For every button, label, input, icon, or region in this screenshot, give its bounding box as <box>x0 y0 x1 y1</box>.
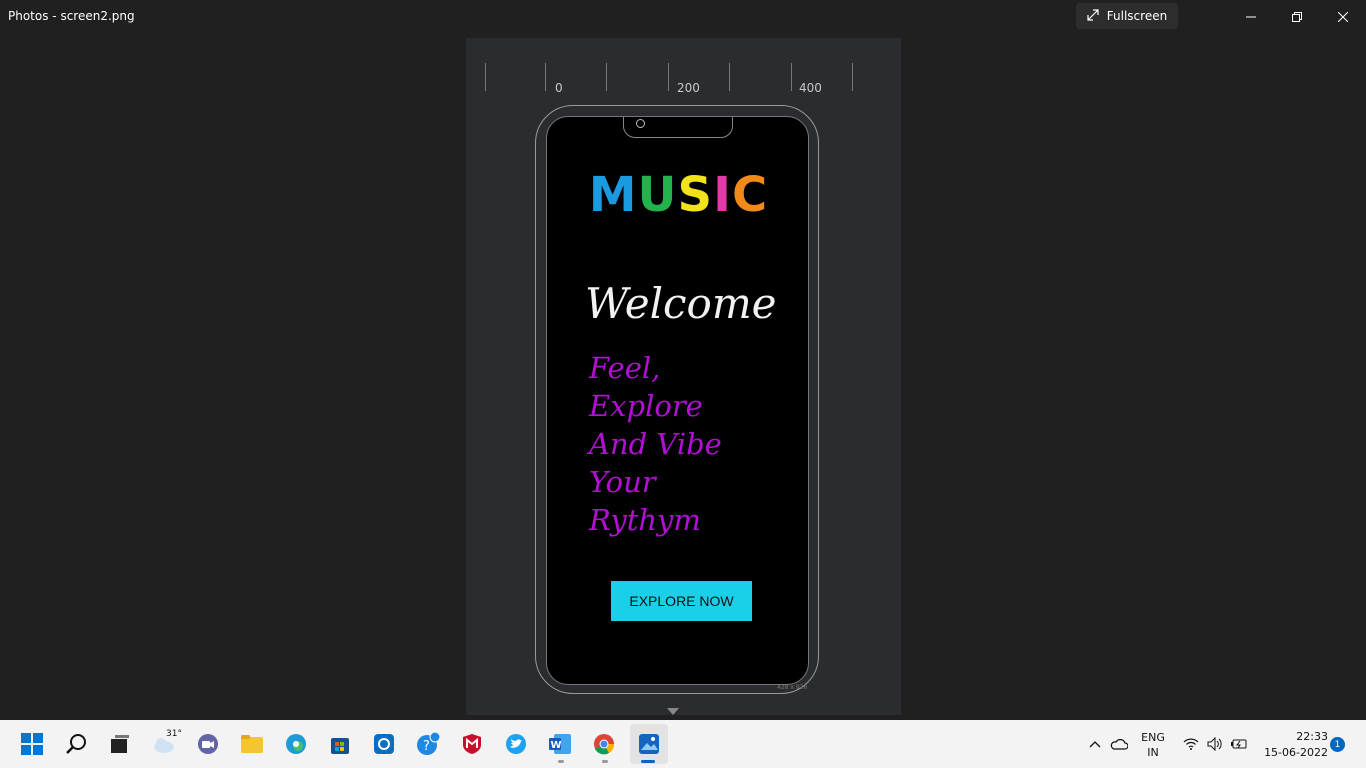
image-canvas: 0 200 400 MUSIC Welcome Feel, Explore An… <box>466 38 901 715</box>
logo-letter: M <box>588 167 638 223</box>
chrome-icon <box>594 734 615 755</box>
welcome-heading: Welcome <box>585 279 777 328</box>
explore-now-button[interactable]: EXPLORE NOW <box>611 581 752 621</box>
svg-text:?: ? <box>423 739 430 754</box>
running-indicator <box>558 760 564 763</box>
language-indicator[interactable]: ENG IN <box>1138 730 1168 760</box>
logo-letter: U <box>637 167 678 223</box>
ruler-tick <box>545 63 546 91</box>
word-icon: W <box>549 734 571 754</box>
tagline-line: And Vibe <box>589 427 722 461</box>
scroll-down-icon[interactable] <box>667 708 679 715</box>
ruler-label: 200 <box>677 81 700 95</box>
expand-icon <box>1087 8 1099 24</box>
show-hidden-icons-button[interactable] <box>1083 732 1107 756</box>
fullscreen-button[interactable]: Fullscreen <box>1076 3 1178 29</box>
minimize-button[interactable] <box>1228 4 1274 30</box>
logo-letter: S <box>677 167 714 223</box>
running-indicator <box>602 760 608 763</box>
tagline-line: Feel, <box>589 351 661 385</box>
tagline-line: Explore <box>589 389 703 423</box>
tagline: Feel, Explore And Vibe Your Rythym <box>589 349 722 539</box>
restore-icon <box>1292 12 1302 22</box>
window-title: Photos - screen2.png <box>8 9 135 23</box>
active-indicator <box>641 760 655 763</box>
shield-icon <box>463 734 481 754</box>
get-help-button[interactable]: ? <box>416 732 440 756</box>
notification-badge[interactable]: 1 <box>1330 737 1345 752</box>
ruler-label: 0 <box>555 81 563 95</box>
twitter-icon <box>506 734 526 754</box>
language-code: ENG <box>1141 731 1165 744</box>
minimize-icon <box>1246 16 1256 18</box>
onedrive-button[interactable] <box>1107 732 1131 756</box>
clock[interactable]: 22:33 15-06-2022 <box>1256 729 1328 761</box>
camera-icon <box>636 119 645 128</box>
title-bar: Photos - screen2.png Fullscreen <box>0 0 1366 34</box>
windows-icon <box>21 733 43 755</box>
battery-button[interactable] <box>1227 732 1251 756</box>
photos-button[interactable] <box>637 732 661 756</box>
store-button[interactable] <box>328 732 352 756</box>
clock-time: 22:33 <box>1296 730 1328 743</box>
image-dimensions: 428 x 926 <box>777 684 808 691</box>
restore-button[interactable] <box>1274 4 1320 30</box>
edge-icon <box>286 734 306 754</box>
network-button[interactable] <box>1179 732 1203 756</box>
ruler-tick <box>791 63 792 91</box>
phone-screen: MUSIC Welcome Feel, Explore And Vibe You… <box>546 116 809 685</box>
wifi-icon <box>1183 738 1199 750</box>
task-view-icon <box>111 735 129 753</box>
edge-browser-button[interactable] <box>284 732 308 756</box>
weather-temperature: 31° <box>166 729 182 739</box>
chevron-up-icon <box>1089 741 1101 748</box>
search-button[interactable] <box>64 732 88 756</box>
word-button[interactable]: W <box>548 732 572 756</box>
speaker-icon <box>1207 737 1222 751</box>
folder-icon <box>241 735 263 753</box>
phone-notch <box>623 117 733 138</box>
onedrive-cloud-icon <box>1110 739 1128 750</box>
close-icon <box>1338 12 1348 22</box>
battery-icon <box>1231 739 1247 749</box>
chrome-button[interactable] <box>592 732 616 756</box>
task-view-button[interactable] <box>108 732 132 756</box>
clock-date: 15-06-2022 <box>1264 746 1328 759</box>
fullscreen-label: Fullscreen <box>1106 9 1168 23</box>
video-chat-icon <box>198 734 218 754</box>
region-code: IN <box>1147 746 1159 759</box>
close-button[interactable] <box>1320 4 1366 30</box>
file-explorer-button[interactable] <box>240 732 264 756</box>
teams-chat-button[interactable] <box>196 732 220 756</box>
start-button[interactable] <box>20 732 44 756</box>
photos-icon <box>639 734 659 754</box>
ruler-label: 400 <box>799 81 822 95</box>
ruler-tick <box>485 63 486 91</box>
app-button[interactable] <box>372 732 396 756</box>
store-icon <box>331 738 349 754</box>
svg-text:W: W <box>551 740 562 751</box>
twitter-button[interactable] <box>504 732 528 756</box>
volume-button[interactable] <box>1203 732 1227 756</box>
logo-letter: C <box>731 167 769 223</box>
taskbar: 31° ? W ENG IN 22:33 15-06-2022 1 <box>0 720 1366 768</box>
ruler-tick <box>729 63 730 91</box>
music-logo: MUSIC <box>547 167 808 223</box>
help-icon: ? <box>417 732 440 755</box>
logo-letter: I <box>713 167 732 223</box>
tagline-line: Rythym <box>589 503 701 537</box>
search-icon <box>66 734 86 754</box>
mcafee-button[interactable] <box>460 732 484 756</box>
circle-app-icon <box>374 734 394 754</box>
ruler-tick <box>606 63 607 91</box>
tagline-line: Your <box>589 465 656 499</box>
ruler-tick <box>852 63 853 91</box>
ruler-tick <box>668 63 669 91</box>
